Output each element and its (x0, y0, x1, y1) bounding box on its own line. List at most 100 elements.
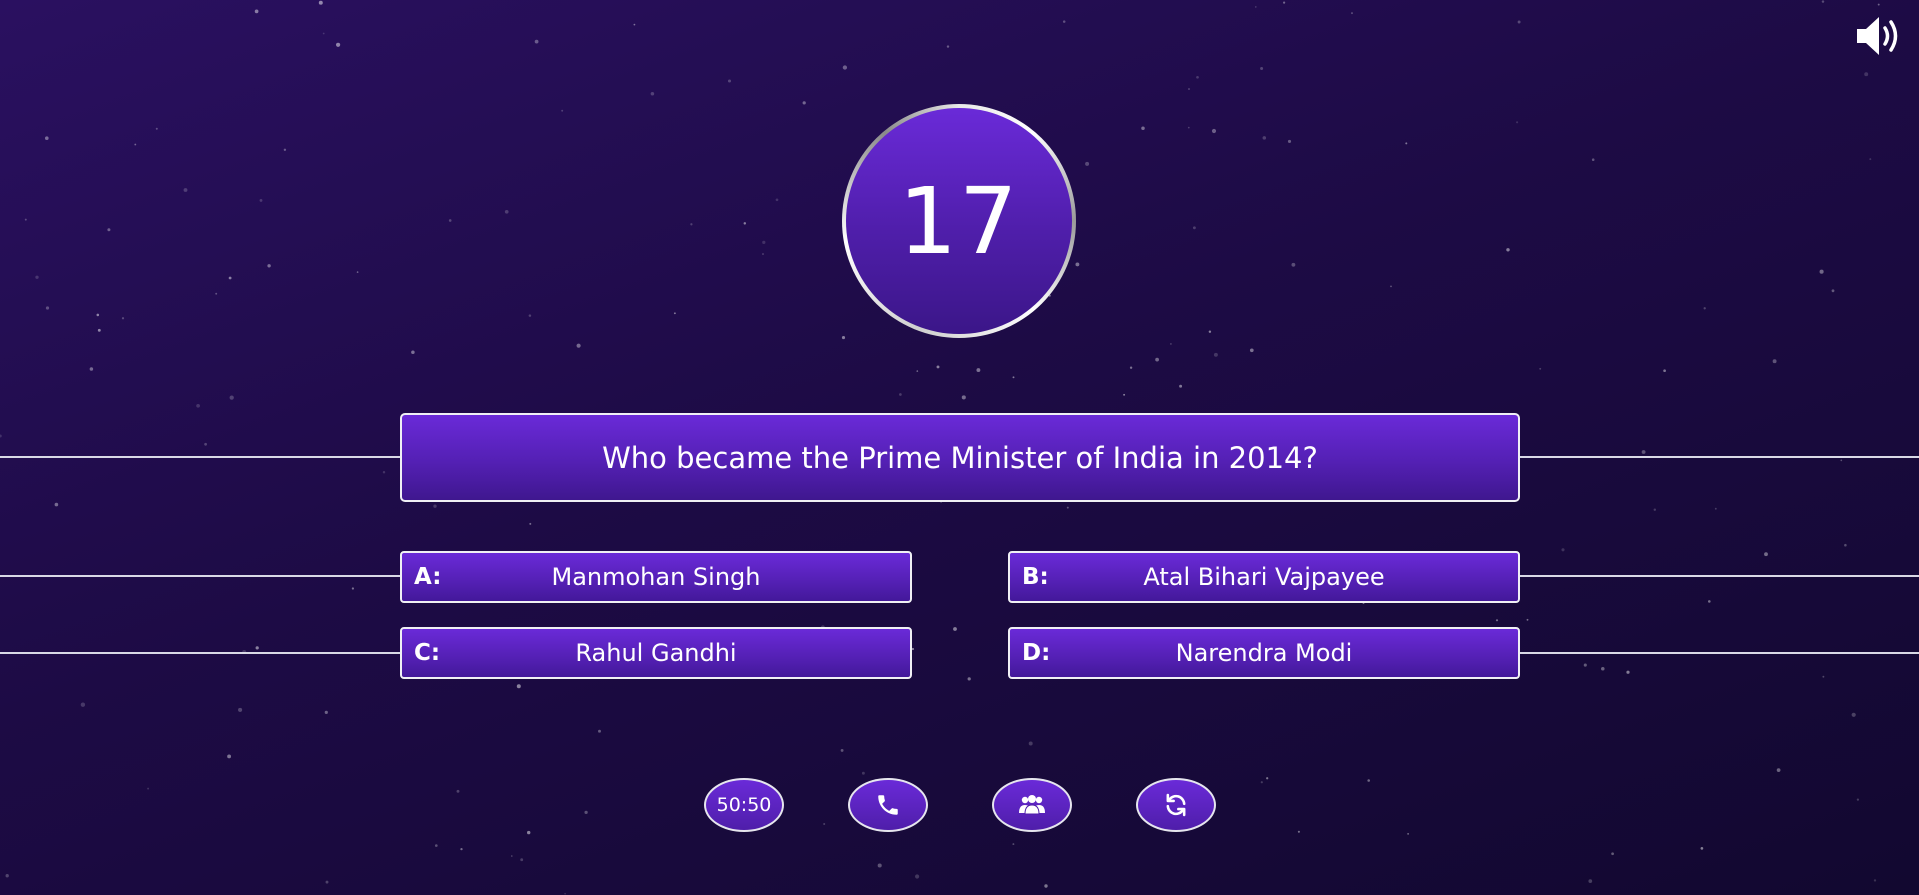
star-dot (1390, 285, 1392, 288)
star-dot (1611, 852, 1614, 856)
star-dot (823, 822, 826, 826)
star-dot (1188, 88, 1190, 90)
star-dot (80, 702, 86, 707)
star-dot (1856, 798, 1860, 801)
star-dot (35, 275, 39, 279)
star-dot (1601, 666, 1605, 671)
phone-icon (878, 795, 898, 815)
star-dot (1641, 450, 1646, 454)
answer-text: Manmohan Singh (551, 563, 761, 591)
star-dot (322, 32, 325, 35)
star-dot (1840, 459, 1843, 462)
star-dot (953, 627, 957, 631)
star-dot (1192, 226, 1196, 230)
star-dot (1169, 342, 1172, 345)
star-dot (1588, 879, 1593, 883)
star-dot (967, 677, 971, 681)
star-dot (283, 148, 287, 151)
star-dot (1708, 600, 1711, 603)
star-dot (89, 367, 94, 371)
star-dot (1266, 777, 1269, 780)
star-dot (946, 45, 950, 48)
star-dot (1208, 330, 1212, 333)
star-dot (1591, 158, 1595, 161)
lifeline-phone-button[interactable] (848, 778, 928, 832)
star-dot (215, 292, 218, 295)
star-dot (861, 771, 865, 775)
star-dot (1831, 289, 1835, 293)
star-dot (961, 395, 966, 400)
star-dot (510, 855, 513, 857)
star-dot (520, 858, 524, 862)
star-dot (411, 350, 415, 354)
answer-line-left-top (0, 575, 400, 577)
lifeline-audience-button[interactable] (992, 778, 1072, 832)
star-dot (229, 395, 234, 400)
star-dot (1561, 548, 1565, 552)
star-dot (633, 23, 636, 26)
star-dot (1405, 142, 1408, 145)
star-dot (324, 710, 328, 715)
star-dot (1714, 507, 1717, 510)
star-dot (1821, 0, 1825, 3)
star-dot (351, 587, 355, 590)
answer-option-d[interactable]: D: Narendra Modi (1008, 627, 1520, 679)
star-dot (1213, 352, 1218, 357)
star-dot (1864, 72, 1869, 77)
star-dot (382, 471, 386, 474)
star-dot (1583, 663, 1587, 667)
star-dot (1260, 781, 1263, 784)
answer-option-a[interactable]: A: Manmohan Singh (400, 551, 912, 603)
sound-toggle-button[interactable] (1855, 14, 1901, 58)
star-dot (356, 271, 359, 273)
star-dot (673, 312, 676, 315)
star-dot (155, 127, 158, 130)
star-dot (840, 748, 844, 752)
star-dot (916, 370, 919, 372)
star-dot (325, 880, 329, 884)
answer-letter: B: (1022, 564, 1049, 590)
star-dot (1196, 75, 1199, 79)
star-dot (650, 92, 655, 96)
star-dot (1123, 393, 1126, 396)
star-dot (534, 39, 539, 44)
star-dot (1626, 670, 1630, 674)
lifeline-fifty-fifty-button[interactable]: 50:50 (704, 778, 784, 832)
star-dot (762, 240, 766, 245)
star-dot (433, 504, 437, 508)
star-dot (435, 844, 438, 847)
question-box: Who became the Prime Minister of India i… (400, 413, 1520, 502)
star-dot (196, 403, 200, 408)
answer-option-b[interactable]: B: Atal Bihari Vajpayee (1008, 551, 1520, 603)
star-dot (448, 219, 452, 222)
speaker-icon (1857, 17, 1898, 55)
answer-option-c[interactable]: C: Rahul Gandhi (400, 627, 912, 679)
star-dot (54, 502, 59, 507)
star-dot (1287, 139, 1292, 143)
star-dot (1539, 367, 1542, 370)
star-dot (1211, 128, 1217, 134)
star-dot (1085, 161, 1090, 166)
answer-letter: A: (414, 564, 442, 590)
star-dot (841, 336, 846, 340)
star-dot (1877, 3, 1880, 6)
star-dot (1260, 67, 1264, 70)
answer-text: Rahul Gandhi (575, 639, 737, 667)
star-dot (24, 218, 27, 221)
lifeline-swap-question-button[interactable] (1136, 778, 1216, 832)
star-dot (456, 789, 460, 793)
star-dot (1012, 376, 1015, 379)
star-dot (1506, 248, 1510, 252)
star-dot (1283, 1, 1286, 4)
star-dot (1297, 830, 1300, 833)
star-dot (0, 434, 2, 438)
star-dot (1179, 384, 1183, 388)
star-dot (227, 754, 232, 759)
star-dot (1844, 543, 1847, 547)
star-dot (1141, 126, 1145, 131)
star-dot (1262, 136, 1267, 140)
star-dot (1062, 20, 1066, 23)
star-dot (1012, 843, 1015, 846)
star-dot (5, 874, 9, 878)
star-dot (1291, 262, 1296, 267)
